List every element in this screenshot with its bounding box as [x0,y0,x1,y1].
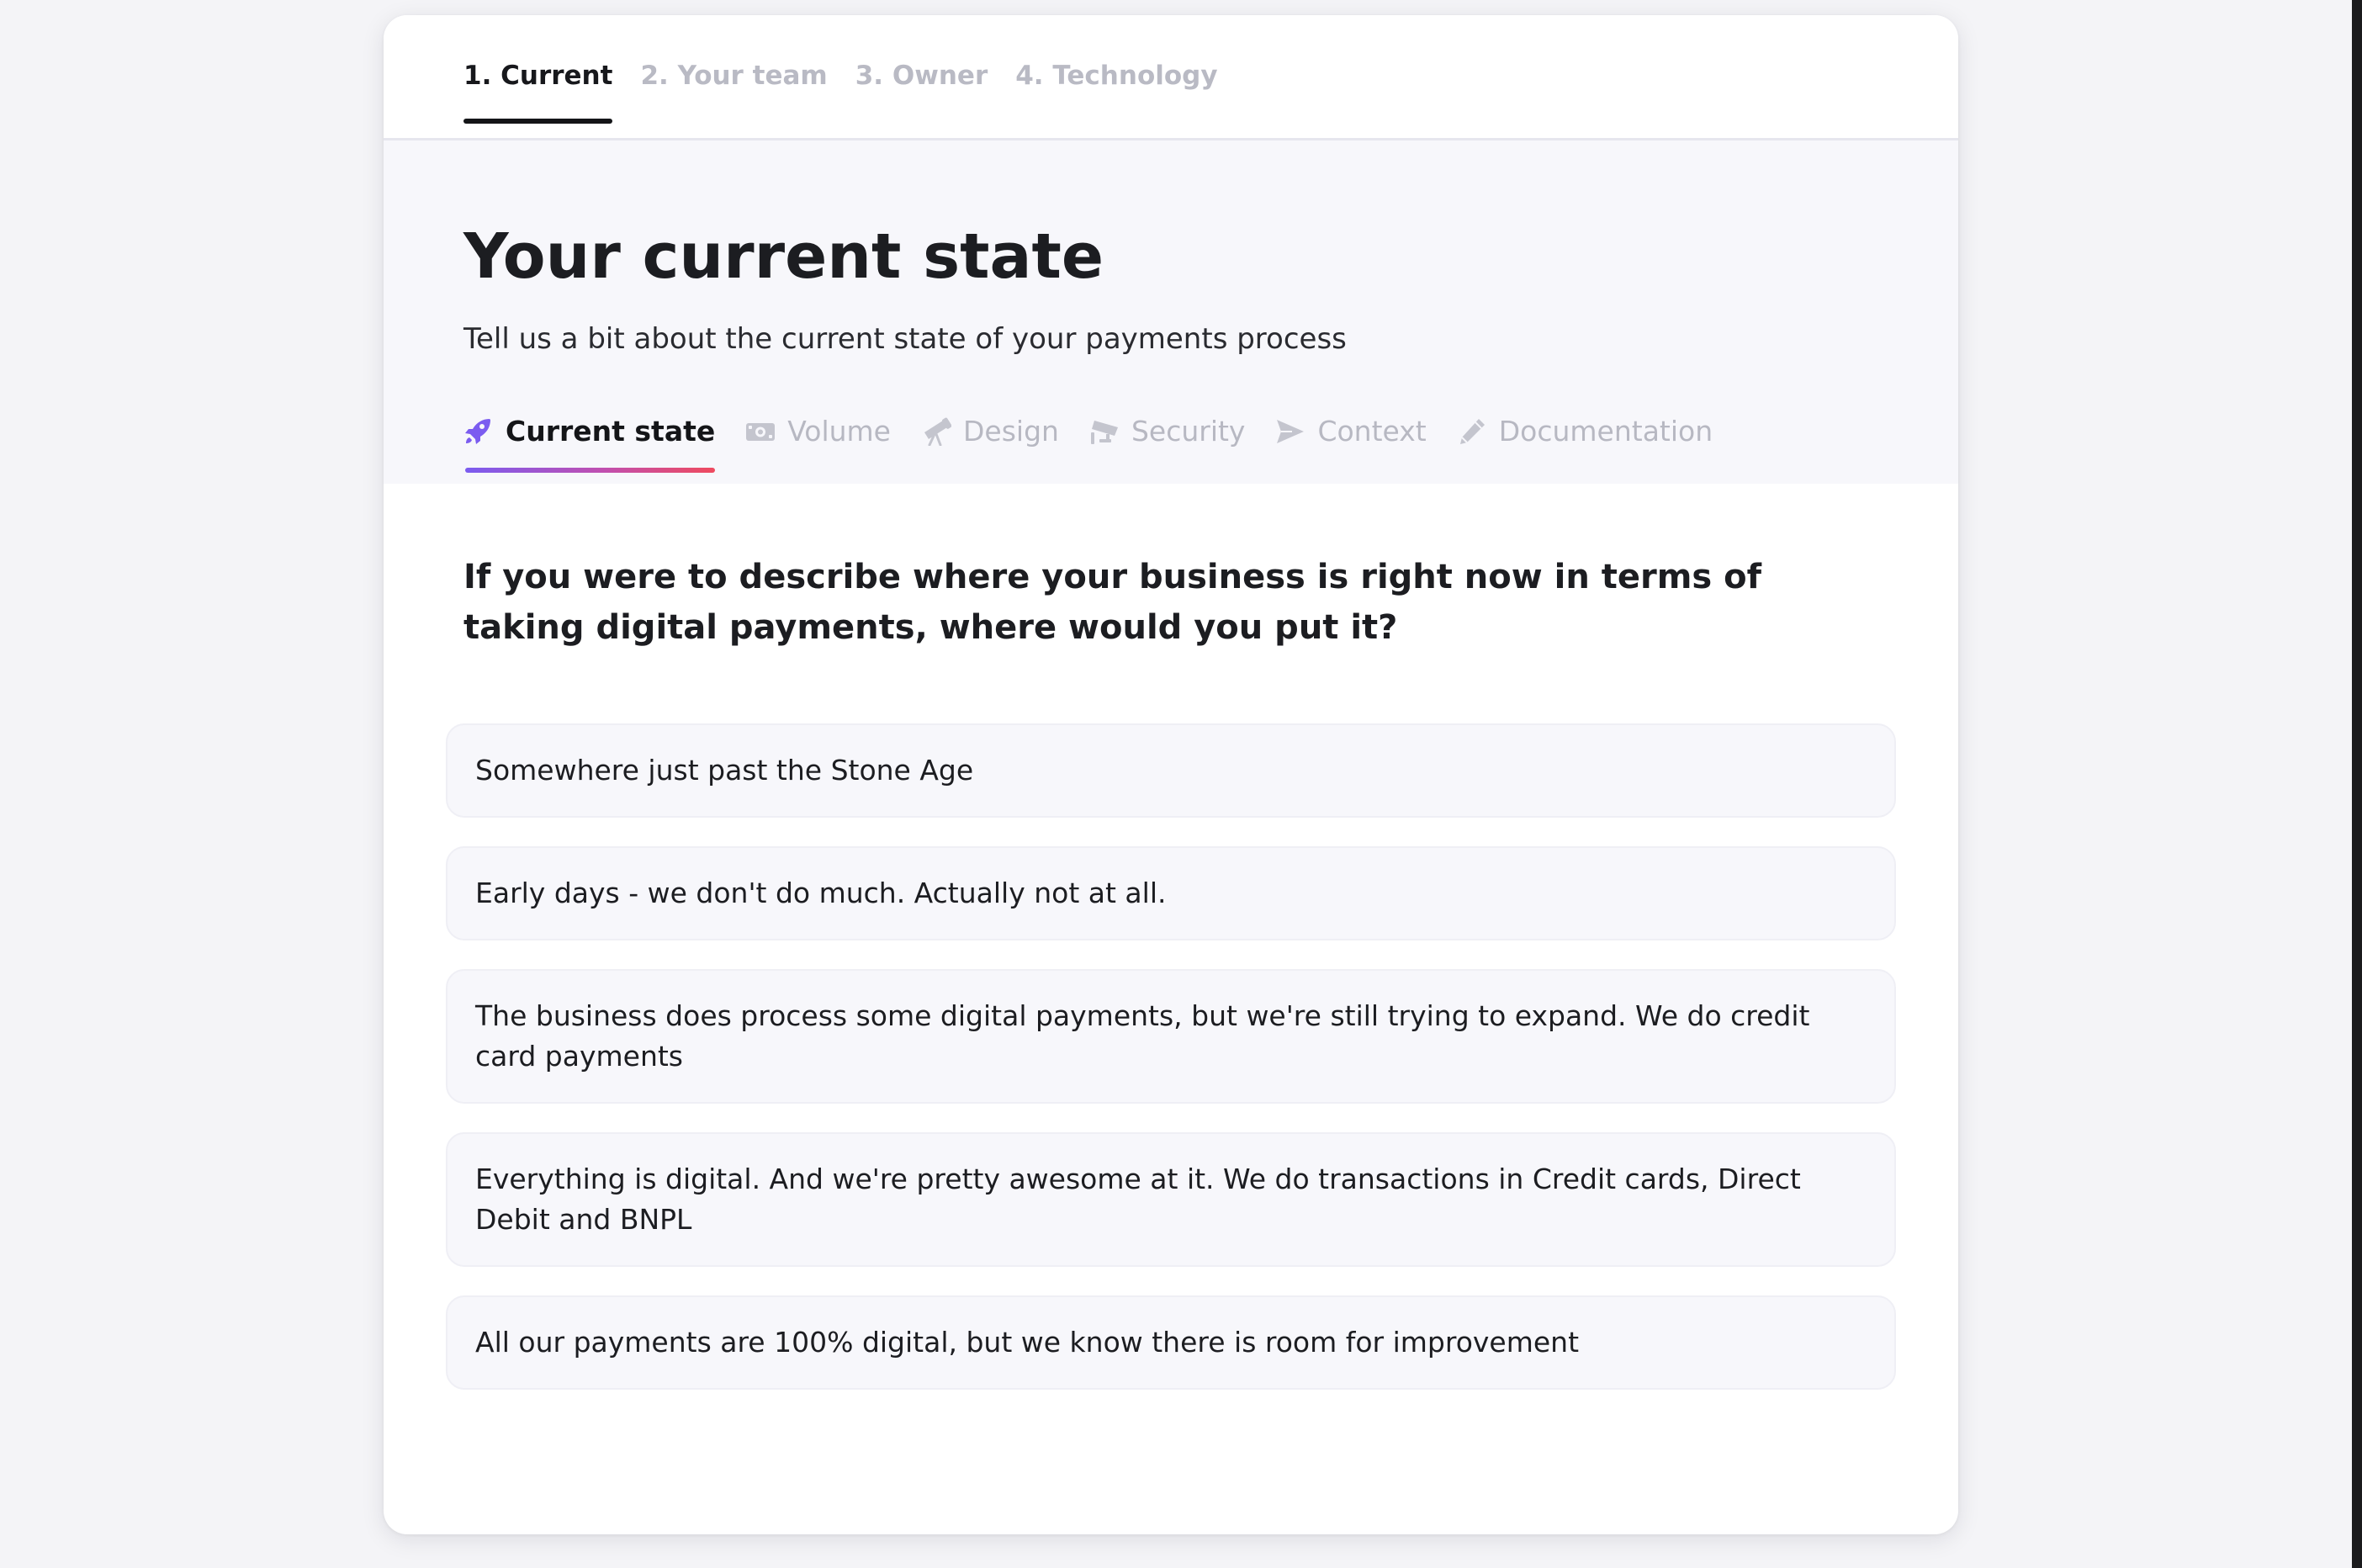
answer-options: Somewhere just past the Stone Age Early … [446,723,1896,1390]
answer-option[interactable]: All our payments are 100% digital, but w… [446,1295,1896,1390]
step-current[interactable]: 1. Current [463,61,613,124]
questionnaire-card: 1. Current 2. Your team 3. Owner 4. Tech… [384,15,1958,1534]
tab-documentation[interactable]: Documentation [1457,415,1713,448]
tab-label: Current state [506,415,716,448]
answer-option[interactable]: The business does process some digital p… [446,969,1896,1104]
tab-volume[interactable]: Volume [745,415,891,448]
answer-option[interactable]: Early days - we don't do much. Actually … [446,846,1896,940]
tab-label: Volume [787,415,891,448]
answer-option[interactable]: Everything is digital. And we're pretty … [446,1132,1896,1267]
paper-plane-icon [1275,417,1305,446]
sub-tabs: Current state Volume Design Security Con… [463,415,1713,473]
tab-label: Documentation [1498,415,1713,448]
page-title: Your current state [463,220,1104,293]
tab-label: Design [963,415,1059,448]
section-header: Your current state Tell us a bit about t… [384,140,1958,484]
money-icon [745,417,776,446]
step-your-team[interactable]: 2. Your team [640,61,827,91]
step-technology[interactable]: 4. Technology [1015,61,1217,91]
page-subtitle: Tell us a bit about the current state of… [463,322,1347,356]
step-navigation: 1. Current 2. Your team 3. Owner 4. Tech… [384,15,1958,140]
tab-design[interactable]: Design [921,415,1059,448]
step-owner[interactable]: 3. Owner [855,61,988,91]
telescope-icon [921,417,951,446]
window-edge [2352,0,2362,1568]
answer-option[interactable]: Somewhere just past the Stone Age [446,723,1896,818]
rocket-icon [463,417,494,446]
question-text: If you were to describe where your busin… [463,558,1762,647]
tab-security[interactable]: Security [1089,415,1246,448]
tab-label: Security [1131,415,1246,448]
security-camera-icon [1089,417,1120,446]
pencil-icon [1457,417,1487,446]
tab-label: Context [1317,415,1427,448]
tab-context[interactable]: Context [1275,415,1427,448]
steps-list: 1. Current 2. Your team 3. Owner 4. Tech… [463,61,1218,124]
tab-current-state[interactable]: Current state [463,415,716,473]
